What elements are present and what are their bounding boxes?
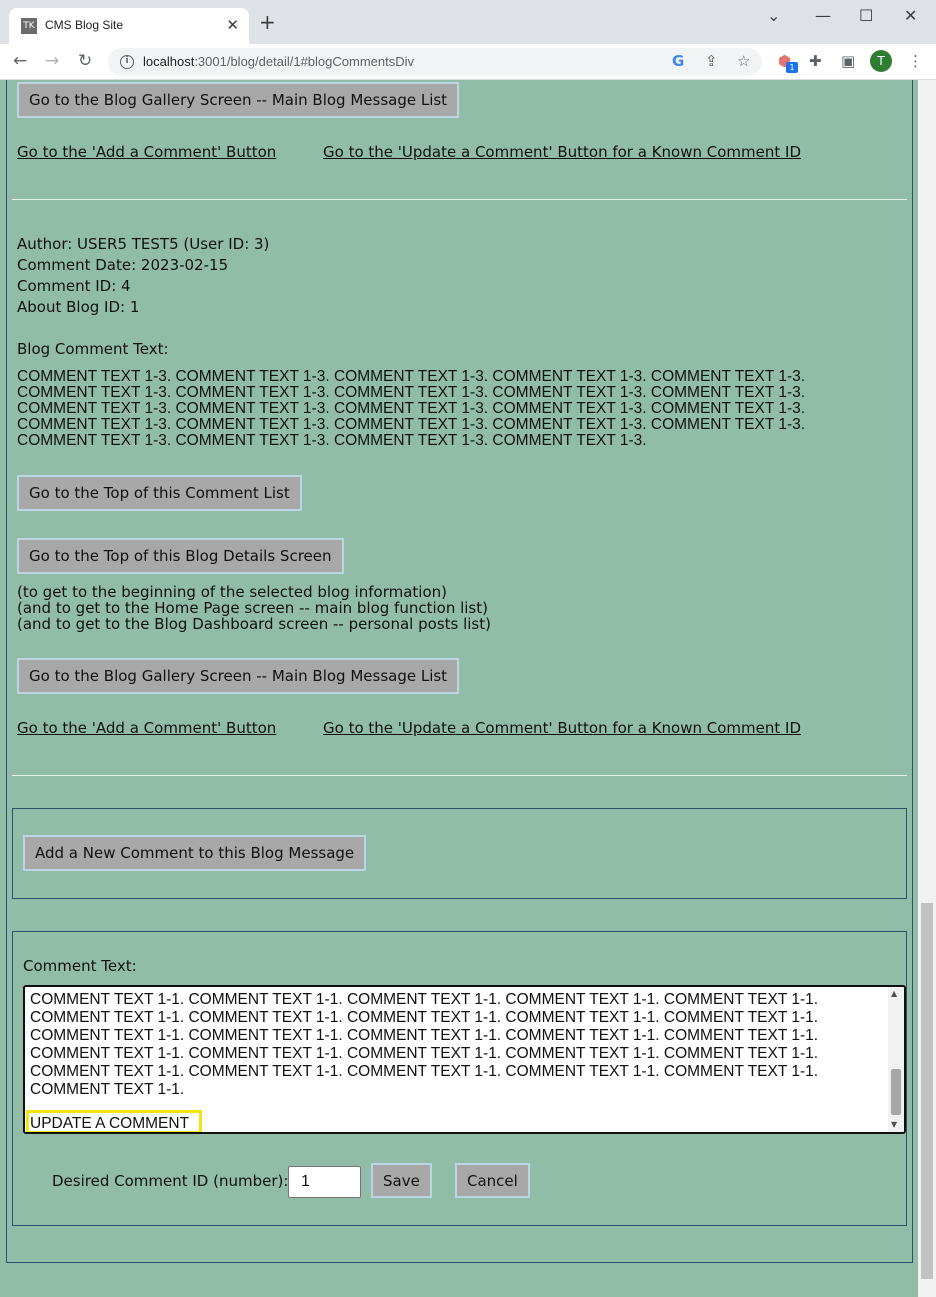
desired-comment-id-label: Desired Comment ID (number):: [52, 1172, 289, 1190]
url-host: localhost: [143, 54, 195, 69]
textarea-scroll-thumb[interactable]: [891, 1069, 901, 1115]
scroll-down-arrow-icon[interactable]: ▼: [891, 1120, 897, 1129]
comment-text-body: COMMENT TEXT 1-3. COMMENT TEXT 1-3. COMM…: [17, 368, 806, 449]
site-info-icon[interactable]: i: [120, 55, 134, 69]
tab-title: CMS Blog Site: [45, 18, 124, 32]
page-scroll-thumb[interactable]: [921, 903, 933, 1279]
textarea-content: COMMENT TEXT 1-1. COMMENT TEXT 1-1. COMM…: [30, 991, 819, 1098]
tab-search-chevron-down-icon[interactable]: ⌄: [767, 6, 780, 25]
update-comment-link-bottom[interactable]: Go to the 'Update a Comment' Button for …: [323, 719, 801, 737]
scroll-up-arrow-icon[interactable]: ▲: [891, 989, 897, 998]
close-tab-icon[interactable]: ✕: [226, 16, 239, 34]
extension-badge: 1: [786, 62, 798, 73]
url-path: :3001/blog/detail/1#blogCommentsDiv: [194, 54, 414, 69]
update-comment-link-top[interactable]: Go to the 'Update a Comment' Button for …: [323, 143, 801, 161]
note-line-1: (to get to the beginning of the selected…: [17, 583, 447, 601]
add-comment-link-bottom[interactable]: Go to the 'Add a Comment' Button: [17, 719, 276, 737]
page-content: Go to the Blog Gallery Screen -- Main Bl…: [0, 80, 918, 1297]
browser-tab[interactable]: TK CMS Blog Site ✕: [9, 8, 249, 44]
comment-textarea[interactable]: COMMENT TEXT 1-1. COMMENT TEXT 1-1. COMM…: [23, 985, 906, 1134]
browser-tab-bar: TK CMS Blog Site ✕ + ⌄ — ☐ ✕: [0, 0, 936, 44]
textarea-scrollbar[interactable]: ▲ ▼: [888, 987, 904, 1132]
add-comment-link-top[interactable]: Go to the 'Add a Comment' Button: [17, 143, 276, 161]
note-line-2: (and to get to the Home Page screen -- m…: [17, 599, 488, 617]
address-bar[interactable]: i localhost:3001/blog/detail/1#blogComme…: [108, 48, 762, 76]
minimize-icon[interactable]: —: [815, 6, 831, 25]
bookmark-star-icon[interactable]: ☆: [737, 52, 750, 70]
top-of-blog-details-button[interactable]: Go to the Top of this Blog Details Scree…: [17, 538, 344, 574]
comment-date: Comment Date: 2023-02-15: [17, 256, 229, 274]
divider: [12, 199, 907, 200]
save-button[interactable]: Save: [371, 1163, 432, 1198]
back-arrow-icon[interactable]: ←: [13, 51, 27, 71]
new-tab-icon[interactable]: +: [259, 12, 276, 32]
google-lens-icon[interactable]: G: [672, 52, 684, 70]
forward-arrow-icon[interactable]: →: [45, 51, 59, 71]
extensions-puzzle-icon[interactable]: ✚: [809, 52, 822, 70]
add-new-comment-button[interactable]: Add a New Comment to this Blog Message: [23, 835, 367, 871]
reload-icon[interactable]: ↻: [78, 51, 92, 71]
page-scrollbar[interactable]: [918, 80, 936, 1297]
url-text: localhost:3001/blog/detail/1#blogComment…: [143, 54, 414, 69]
comment-text-label: Blog Comment Text:: [17, 340, 169, 358]
comment-blog-id: About Blog ID: 1: [17, 298, 140, 316]
side-panel-icon[interactable]: ▣: [841, 52, 855, 70]
top-of-comment-list-button[interactable]: Go to the Top of this Comment List: [17, 475, 302, 511]
cancel-button[interactable]: Cancel: [455, 1163, 530, 1198]
profile-avatar[interactable]: T: [870, 50, 892, 72]
comment-author: Author: USER5 TEST5 (User ID: 3): [17, 235, 270, 253]
comment-id: Comment ID: 4: [17, 277, 131, 295]
close-window-icon[interactable]: ✕: [904, 6, 917, 25]
favicon-icon: TK: [21, 18, 37, 34]
comment-text-field-label: Comment Text:: [23, 957, 137, 975]
browser-toolbar: ← → ↻ i localhost:3001/blog/detail/1#blo…: [0, 44, 936, 80]
maximize-icon[interactable]: ☐: [859, 6, 873, 25]
desired-comment-id-input[interactable]: [288, 1166, 361, 1198]
divider: [12, 775, 907, 776]
share-icon[interactable]: ⇪: [705, 52, 718, 70]
menu-kebab-icon[interactable]: ⋮: [908, 52, 923, 70]
textarea-highlighted-text: UPDATE A COMMENT: [30, 1115, 190, 1132]
note-line-3: (and to get to the Blog Dashboard screen…: [17, 615, 491, 633]
gallery-button-top[interactable]: Go to the Blog Gallery Screen -- Main Bl…: [17, 82, 460, 118]
gallery-button-bottom[interactable]: Go to the Blog Gallery Screen -- Main Bl…: [17, 658, 460, 694]
